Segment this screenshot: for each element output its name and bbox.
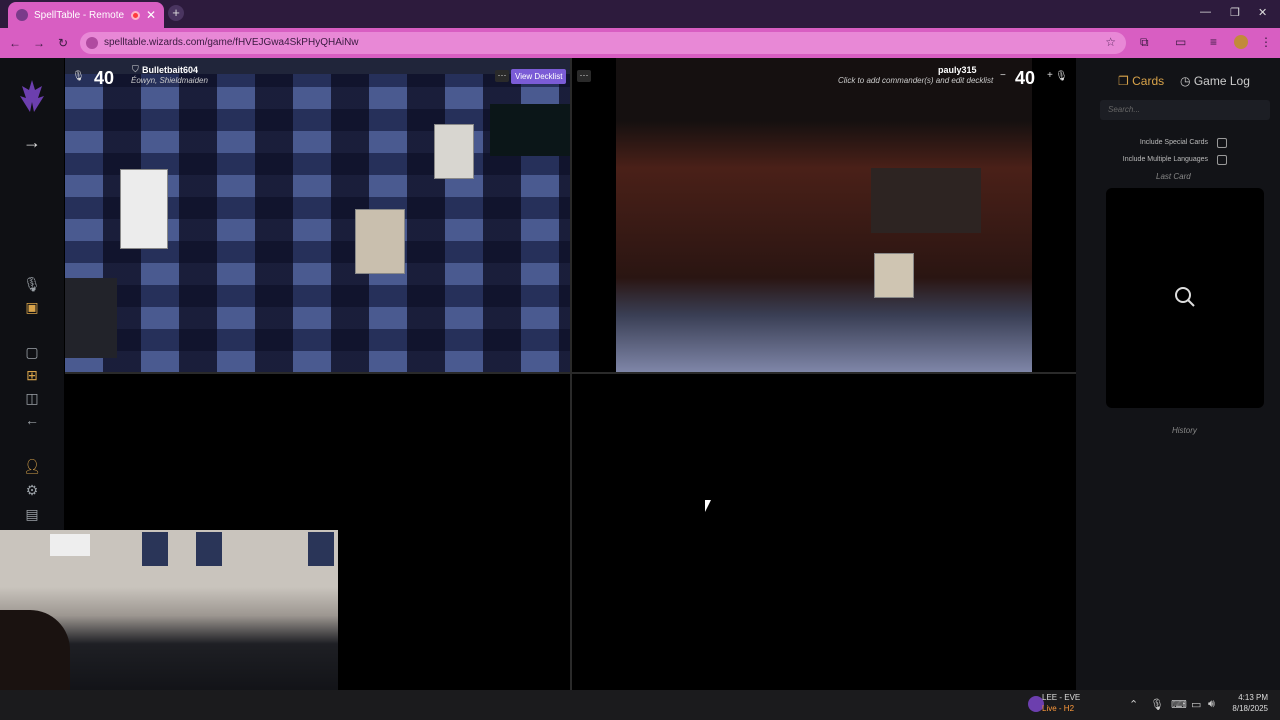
camera-icon[interactable]: ▣ — [22, 297, 42, 317]
mic-off-icon[interactable]: 🎙︎ — [22, 274, 42, 294]
bookmark-star-icon[interactable]: ☆ — [1105, 35, 1116, 49]
status-title: LEE - EVE — [1042, 693, 1081, 702]
close-tab-icon[interactable]: ✕ — [146, 8, 156, 22]
card-search-panel: ❐ Cards ◷ Game Log Search... Include Spe… — [1076, 58, 1280, 690]
empty-seat-4 — [572, 372, 1076, 690]
clock-icon: ◷ — [1180, 74, 1191, 88]
player1-shield-icon: ⛉ — [132, 64, 139, 74]
os-taskbar: LEE - EVE Live - H2 ⌃ 🎙︎ ⌨ ▭ 🔊︎ 4:13 PM … — [0, 690, 1280, 720]
search-icon — [1175, 287, 1195, 307]
player1-life-total[interactable]: 40 — [94, 68, 114, 89]
leave-game-icon[interactable]: ← — [22, 410, 42, 430]
single-view-icon[interactable]: ▢ — [22, 342, 42, 362]
reload-icon[interactable]: ↻ — [58, 36, 68, 50]
site-info-icon[interactable] — [86, 37, 98, 49]
player1-video-feed[interactable] — [65, 74, 570, 373]
expand-arrow-icon[interactable]: → — [22, 132, 42, 152]
player2-video-feed[interactable] — [616, 58, 1032, 372]
card-view-icon[interactable]: ◫ — [22, 388, 42, 408]
cards-stack-icon: ❐ — [1118, 74, 1129, 88]
view-decklist-button[interactable]: View Decklist — [511, 69, 567, 84]
game-info-icon[interactable]: ▤ — [22, 504, 42, 524]
player2-mic-muted-icon[interactable]: 🎙︎ — [1055, 71, 1068, 82]
media-control-icon[interactable]: ≡ — [1210, 35, 1217, 49]
display-icon[interactable]: ▭ — [1191, 698, 1201, 711]
address-bar[interactable]: spelltable.wizards.com/game/fHVEJGwa4SkP… — [80, 32, 1126, 54]
status-subtitle: Live - H2 — [1042, 704, 1075, 713]
last-card-label: Last Card — [1156, 172, 1191, 181]
chevron-up-icon[interactable]: ⌃ — [1129, 698, 1138, 711]
card-on-table — [434, 124, 474, 179]
wall-poster — [142, 532, 168, 566]
minimize-window-icon[interactable]: — — [1200, 6, 1211, 18]
background-shelf — [871, 168, 981, 233]
back-icon[interactable]: ← — [9, 36, 21, 50]
close-window-icon[interactable]: ✕ — [1258, 6, 1267, 19]
search-placeholder: Search... — [1108, 105, 1141, 114]
add-player-icon[interactable]: 👤︎ — [22, 456, 42, 476]
player1-commander[interactable]: Éowyn, Shieldmaiden — [131, 76, 208, 85]
cast-icon[interactable]: ▭ — [1175, 35, 1186, 49]
settings-gear-icon[interactable]: ⚙ — [22, 480, 42, 500]
player2-life-total[interactable]: 40 — [1015, 68, 1035, 89]
grid-divider — [570, 58, 572, 690]
include-special-checkbox[interactable] — [1217, 138, 1227, 148]
include-multilang-checkbox[interactable] — [1217, 155, 1227, 165]
player2-menu-icon[interactable]: ⋯ — [577, 70, 591, 82]
forward-icon[interactable]: → — [33, 36, 45, 50]
keyboard-object — [490, 104, 570, 156]
spelltable-favicon-icon — [16, 9, 28, 21]
mouse-cursor-icon — [705, 500, 711, 512]
browser-tab-bar: SpellTable - Remote magic ✕ + — ❐ ✕ — [0, 0, 1280, 28]
include-special-label: Include Special Cards — [1139, 139, 1208, 146]
room-window — [50, 534, 90, 556]
history-label: History — [1172, 426, 1197, 435]
player1-name: Bulletbait604 — [142, 65, 199, 75]
card-on-table — [355, 209, 405, 274]
taskbar-time[interactable]: 4:13 PM — [1230, 693, 1268, 702]
grid-view-icon[interactable]: ⊞ — [22, 365, 42, 385]
extensions-icon[interactable]: ⧉ — [1140, 35, 1149, 50]
card-search-input[interactable]: Search... — [1100, 100, 1270, 120]
card-on-table — [120, 169, 168, 249]
player2-name: pauly315 — [938, 65, 977, 75]
volume-icon[interactable]: 🔊︎ — [1208, 698, 1215, 711]
player1-menu-icon[interactable]: ⋯ — [495, 70, 509, 82]
life-increment-button[interactable]: + — [1047, 70, 1053, 81]
profile-avatar[interactable] — [1234, 35, 1248, 49]
mic-muted-icon[interactable]: 🎙︎ — [72, 71, 85, 82]
taskbar-date[interactable]: 8/18/2025 — [1220, 704, 1268, 713]
restore-window-icon[interactable]: ❐ — [1230, 6, 1240, 19]
browser-tab[interactable]: SpellTable - Remote magic ✕ — [8, 2, 164, 28]
microphone-icon[interactable]: 🎙︎ — [1150, 698, 1164, 711]
life-decrement-button[interactable]: − — [1000, 70, 1006, 81]
tab-game-log-label: Game Log — [1193, 74, 1250, 88]
player2-commander-prompt[interactable]: Click to add commander(s) and edit deckl… — [838, 76, 993, 85]
keyboard-icon[interactable]: ⌨ — [1171, 698, 1187, 711]
tab-game-log[interactable]: ◷ Game Log — [1180, 74, 1250, 88]
address-url: spelltable.wizards.com/game/fHVEJGwa4SkP… — [104, 37, 359, 48]
tab-title: SpellTable - Remote magic — [34, 9, 125, 21]
include-multilang-label: Include Multiple Languages — [1122, 156, 1208, 163]
wall-poster — [196, 532, 222, 566]
recording-indicator-icon — [130, 10, 140, 20]
browser-menu-icon[interactable]: ⋮ — [1260, 35, 1272, 49]
deck-box-object — [65, 278, 117, 358]
tab-cards-label: Cards — [1132, 74, 1165, 88]
browser-toolbar: ← → ↻ spelltable.wizards.com/game/fHVEJG… — [0, 28, 1280, 58]
spelltable-logo-icon — [20, 80, 44, 112]
card-on-table — [874, 253, 914, 298]
wall-poster — [308, 532, 334, 566]
new-tab-button[interactable]: + — [168, 5, 184, 21]
tab-cards[interactable]: ❐ Cards — [1118, 74, 1164, 88]
last-card-preview[interactable] — [1106, 188, 1264, 408]
